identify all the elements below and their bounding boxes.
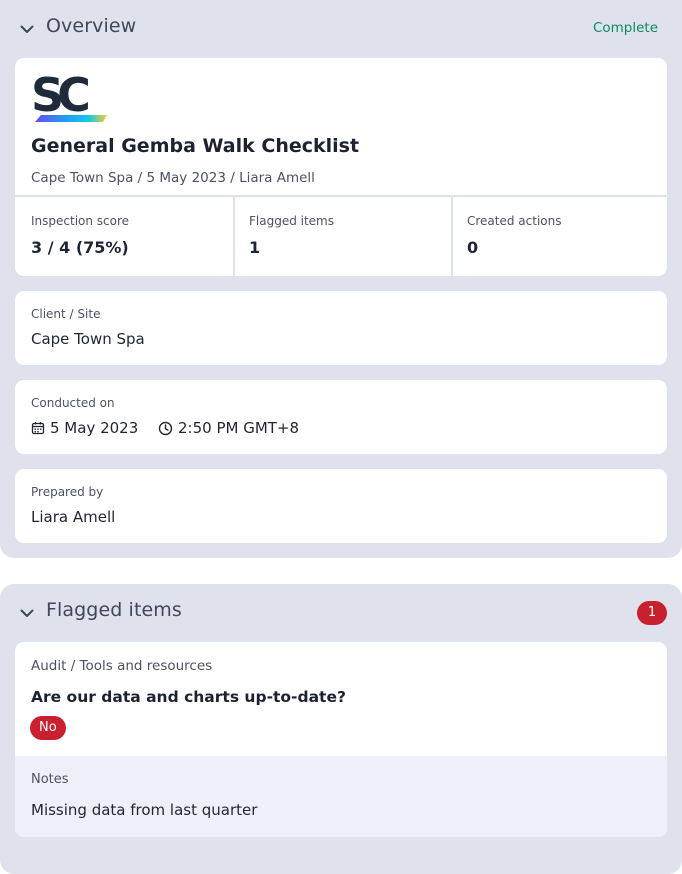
svg-text:SC: SC bbox=[31, 70, 88, 122]
question-text: Are our data and charts up-to-date? bbox=[31, 688, 346, 706]
flagged-item-card[interactable]: Audit / Tools and resources Are our data… bbox=[15, 642, 667, 837]
stats-row: Inspection score 3 / 4 (75%) Flagged ite… bbox=[15, 195, 667, 276]
flagged-items-header[interactable]: Flagged items 1 bbox=[0, 584, 682, 640]
stat-created-actions: Created actions 0 bbox=[451, 197, 667, 276]
status-badge: Complete bbox=[592, 20, 658, 36]
chevron-down-icon[interactable] bbox=[18, 604, 36, 622]
stat-inspection-score: Inspection score 3 / 4 (75%) bbox=[15, 197, 231, 276]
notes-panel: Notes Missing data from last quarter bbox=[15, 756, 667, 837]
client-site-card: Client / Site Cape Town Spa bbox=[15, 291, 667, 365]
prepared-by-card: Prepared by Liara Amell bbox=[15, 469, 667, 543]
question-breadcrumb: Audit / Tools and resources bbox=[31, 658, 213, 674]
flagged-count-badge: 1 bbox=[637, 601, 667, 625]
conducted-on-label: Conducted on bbox=[31, 396, 115, 410]
overview-section: Overview Complete SC General Gemba Walk … bbox=[0, 0, 682, 558]
stat-value: 1 bbox=[249, 238, 261, 257]
prepared-by-value: Liara Amell bbox=[31, 508, 116, 526]
stat-label: Inspection score bbox=[31, 214, 130, 228]
page-subtitle: Cape Town Spa / 5 May 2023 / Liara Amell bbox=[31, 170, 315, 186]
chevron-down-icon[interactable] bbox=[18, 20, 36, 38]
page-title: General Gemba Walk Checklist bbox=[31, 135, 360, 157]
company-logo: SC bbox=[31, 70, 107, 122]
clock-icon bbox=[158, 421, 173, 435]
stat-label: Created actions bbox=[467, 214, 562, 228]
flagged-items-section: Flagged items 1 Audit / Tools and resour… bbox=[0, 584, 682, 874]
overview-header[interactable]: Overview Complete bbox=[0, 0, 682, 56]
stat-value: 3 / 4 (75%) bbox=[31, 238, 129, 257]
conducted-date: 5 May 2023 bbox=[31, 419, 138, 437]
prepared-by-label: Prepared by bbox=[31, 485, 104, 499]
stat-value: 0 bbox=[467, 238, 479, 257]
notes-text: Missing data from last quarter bbox=[31, 801, 258, 819]
overview-title: Overview bbox=[46, 15, 137, 37]
calendar-icon bbox=[31, 422, 45, 435]
flagged-items-title: Flagged items bbox=[46, 599, 182, 621]
client-site-label: Client / Site bbox=[31, 307, 101, 321]
answer-badge: No bbox=[30, 716, 66, 740]
stat-flagged-items: Flagged items 1 bbox=[233, 197, 449, 276]
conducted-on-card: Conducted on 5 May 2023 2:50 PM GMT+8 bbox=[15, 380, 667, 454]
conducted-date-text: 5 May 2023 bbox=[50, 419, 139, 437]
client-site-value: Cape Town Spa bbox=[31, 330, 145, 348]
stat-label: Flagged items bbox=[249, 214, 335, 228]
conducted-time: 2:50 PM GMT+8 bbox=[158, 419, 299, 437]
report-header-card: SC General Gemba Walk Checklist Cape Tow… bbox=[15, 58, 667, 276]
notes-label: Notes bbox=[31, 772, 69, 787]
conducted-time-text: 2:50 PM GMT+8 bbox=[178, 419, 300, 437]
